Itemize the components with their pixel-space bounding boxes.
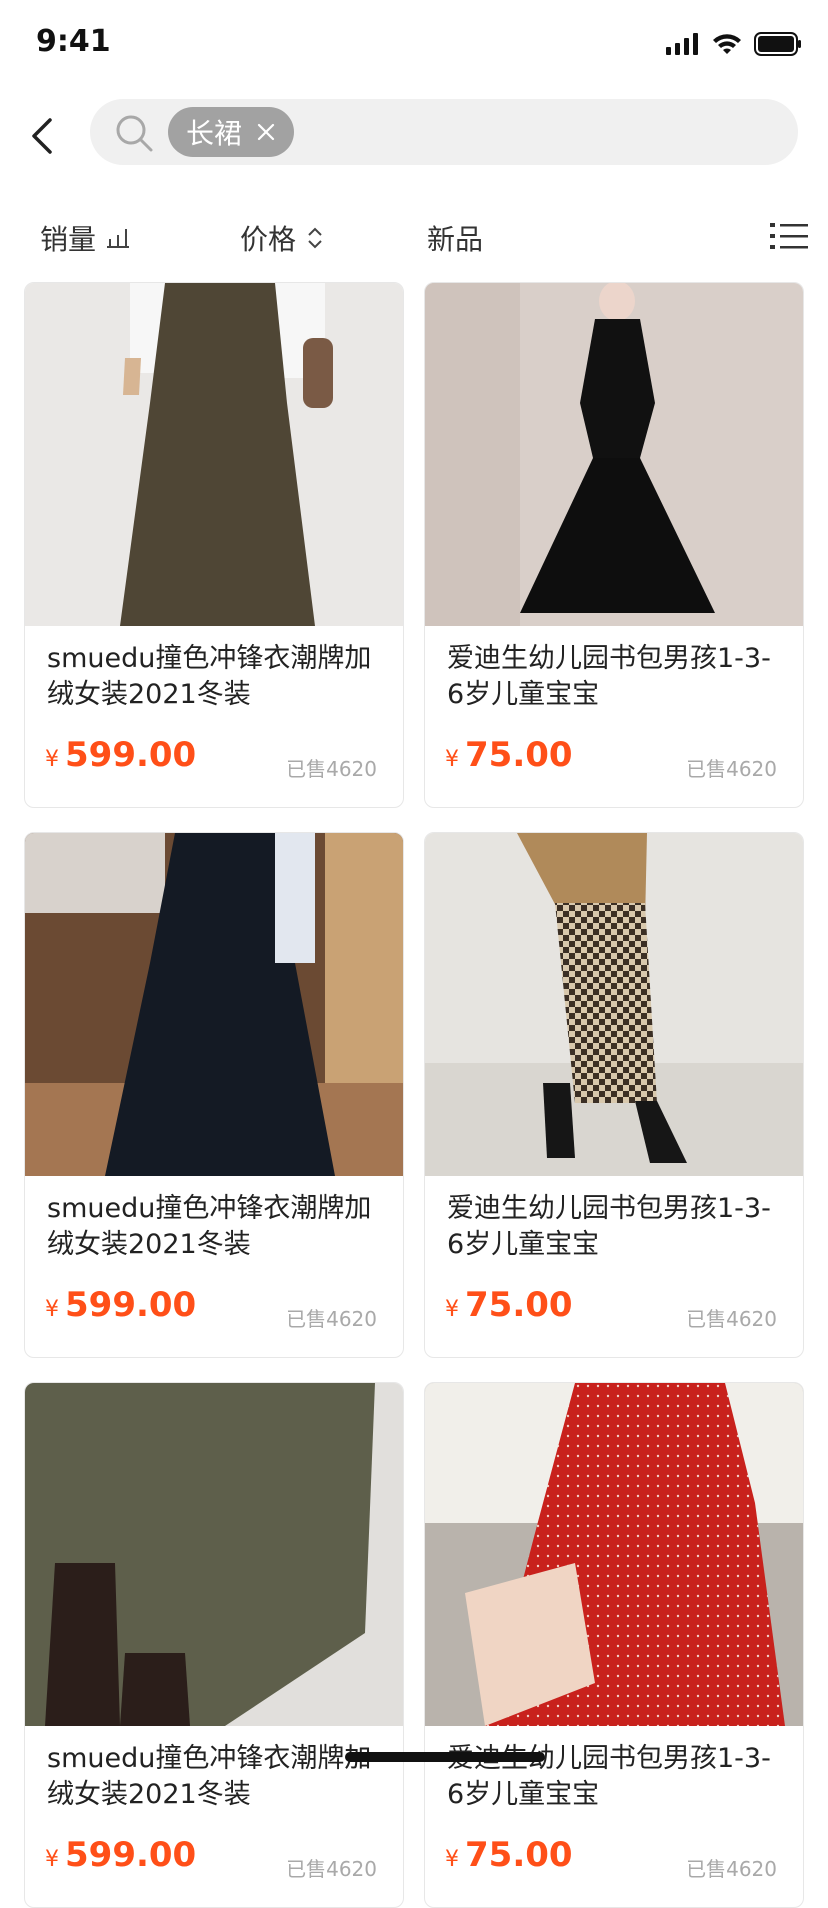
product-title: 爱迪生幼儿园书包男孩1-3-6岁儿童宝宝 [447, 1193, 771, 1260]
product-price: ¥ 599.00 [45, 1835, 196, 1875]
product-image[interactable] [25, 283, 403, 626]
search-keyword-chip[interactable]: 长裙 [168, 107, 295, 157]
back-button[interactable] [18, 112, 66, 160]
currency-symbol: ¥ [445, 1847, 459, 1872]
sold-count: 已售4620 [686, 1857, 777, 1881]
product-image[interactable] [425, 283, 803, 626]
sold-count: 已售4620 [286, 1307, 377, 1331]
sort-price[interactable]: 价格 [240, 218, 324, 258]
sort-sales[interactable]: 销量 [40, 218, 130, 258]
bar-sort-icon [107, 229, 130, 248]
search-keyword-label: 长裙 [186, 117, 243, 150]
sold-count: 已售4620 [286, 1857, 377, 1881]
sort-sales-label: 销量 [40, 223, 97, 256]
product-title: smuedu撞色冲锋衣潮牌加绒女装2021冬装 [47, 643, 372, 710]
product-image[interactable] [25, 833, 403, 1176]
currency-symbol: ¥ [45, 1847, 59, 1872]
product-image[interactable] [425, 1383, 803, 1726]
sold-count: 已售4620 [686, 757, 777, 781]
product-card[interactable]: 爱迪生幼儿园书包男孩1-3-6岁儿童宝宝 ¥ 75.00 已售4620 [424, 282, 804, 808]
price-value: 599.00 [65, 1835, 197, 1875]
product-price: ¥ 599.00 [45, 1285, 196, 1325]
chevron-left-icon [32, 118, 52, 154]
price-value: 75.00 [465, 735, 573, 775]
sold-count: 已售4620 [286, 757, 377, 781]
product-price: ¥ 75.00 [445, 1835, 573, 1875]
currency-symbol: ¥ [45, 1297, 59, 1322]
close-icon[interactable] [256, 122, 276, 142]
sort-new[interactable]: 新品 [427, 218, 483, 258]
status-bar: 9:41 [0, 0, 828, 88]
product-card[interactable]: 爱迪生幼儿园书包男孩1-3-6岁儿童宝宝 ¥ 75.00 已售4620 [424, 1382, 804, 1908]
sold-count: 已售4620 [686, 1307, 777, 1331]
product-card[interactable]: smuedu撞色冲锋衣潮牌加绒女装2021冬装 ¥ 599.00 已售4620 [24, 832, 404, 1358]
product-image[interactable] [425, 833, 803, 1176]
product-title: smuedu撞色冲锋衣潮牌加绒女装2021冬装 [47, 1193, 372, 1260]
sort-updown-icon [308, 227, 322, 249]
product-price: ¥ 75.00 [445, 1285, 573, 1325]
battery-icon [754, 32, 801, 56]
price-value: 75.00 [465, 1285, 573, 1325]
sort-price-label: 价格 [240, 223, 297, 256]
price-value: 599.00 [65, 1285, 197, 1325]
product-title: 爱迪生幼儿园书包男孩1-3-6岁儿童宝宝 [447, 643, 771, 710]
price-value: 75.00 [465, 1835, 573, 1875]
list-view-icon[interactable] [770, 220, 808, 252]
home-indicator[interactable] [345, 1752, 545, 1762]
product-price: ¥ 75.00 [445, 735, 573, 775]
wifi-icon [713, 34, 741, 54]
cellular-signal-icon [666, 33, 698, 55]
product-card[interactable]: 爱迪生幼儿园书包男孩1-3-6岁儿童宝宝 ¥ 75.00 已售4620 [424, 832, 804, 1358]
search-icon [116, 115, 153, 152]
sort-bar: 销量 价格 新品 [0, 206, 828, 266]
product-card[interactable]: smuedu撞色冲锋衣潮牌加绒女装2021冬装 ¥ 599.00 已售4620 [24, 282, 404, 808]
product-price: ¥ 599.00 [45, 735, 196, 775]
price-value: 599.00 [65, 735, 197, 775]
product-image[interactable] [25, 1383, 403, 1726]
status-icons [666, 30, 802, 58]
sort-new-label: 新品 [427, 223, 484, 256]
product-title: smuedu撞色冲锋衣潮牌加绒女装2021冬装 [47, 1743, 372, 1810]
product-card[interactable]: smuedu撞色冲锋衣潮牌加绒女装2021冬装 ¥ 599.00 已售4620 [24, 1382, 404, 1908]
status-time: 9:41 [36, 24, 111, 59]
search-input[interactable]: 长裙 [90, 99, 798, 165]
currency-symbol: ¥ [445, 747, 459, 772]
currency-symbol: ¥ [445, 1297, 459, 1322]
currency-symbol: ¥ [45, 747, 59, 772]
